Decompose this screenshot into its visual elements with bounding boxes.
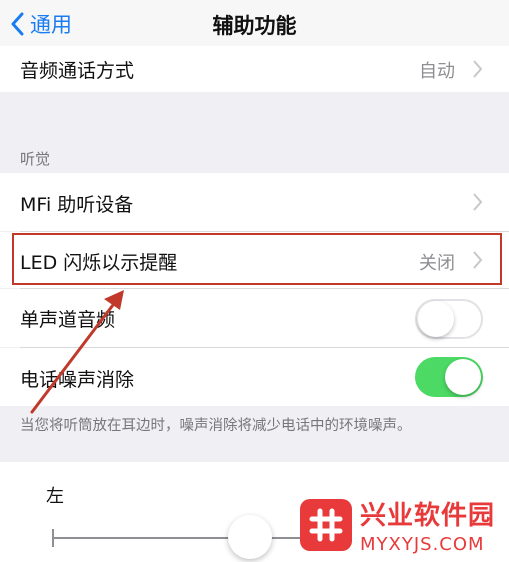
row-label: MFi 助听设备 xyxy=(20,194,134,216)
row-led-flash-alerts[interactable]: LED 闪烁以示提醒 关闭 xyxy=(0,232,509,288)
navigation-bar: 通用 辅助功能 xyxy=(0,0,509,46)
page-title: 辅助功能 xyxy=(212,14,297,38)
section-footer-note: 当您将听筒放在耳边时，噪声消除将减少电话中的环境噪声。 xyxy=(20,418,412,434)
balance-slider-track[interactable] xyxy=(52,537,312,539)
mono-audio-toggle[interactable] xyxy=(415,299,483,339)
row-label: 音频通话方式 xyxy=(20,60,135,82)
row-label: LED 闪烁以示提醒 xyxy=(20,252,178,274)
row-value: 自动 xyxy=(419,61,455,82)
balance-slider-thumb[interactable] xyxy=(228,515,272,559)
row-value: 关闭 xyxy=(419,253,455,274)
row-label: 单声道音频 xyxy=(20,309,116,331)
chevron-right-icon xyxy=(473,193,483,211)
row-mfi-hearing-devices[interactable]: MFi 助听设备 xyxy=(0,173,509,231)
row-mono-audio: 单声道音频 xyxy=(0,289,509,347)
toggle-knob xyxy=(445,359,481,395)
toggle-knob xyxy=(418,301,454,337)
chevron-right-icon xyxy=(473,60,483,78)
balance-left-label: 左 xyxy=(46,486,64,507)
section-header-hearing: 听觉 xyxy=(20,150,51,168)
watermark: 兴业软件园 MYXYJS.COM xyxy=(300,488,509,562)
row-label: 电话噪声消除 xyxy=(20,369,135,391)
watermark-name: 兴业软件园 xyxy=(360,501,496,531)
watermark-logo-icon xyxy=(300,499,352,551)
noise-cancellation-toggle[interactable] xyxy=(415,357,483,397)
row-audio-routing[interactable]: 音频通话方式 自动 xyxy=(0,46,509,92)
watermark-url: MYXYJS.COM xyxy=(360,534,485,555)
chevron-right-icon xyxy=(473,251,483,269)
row-noise-cancellation: 电话噪声消除 xyxy=(0,348,509,406)
